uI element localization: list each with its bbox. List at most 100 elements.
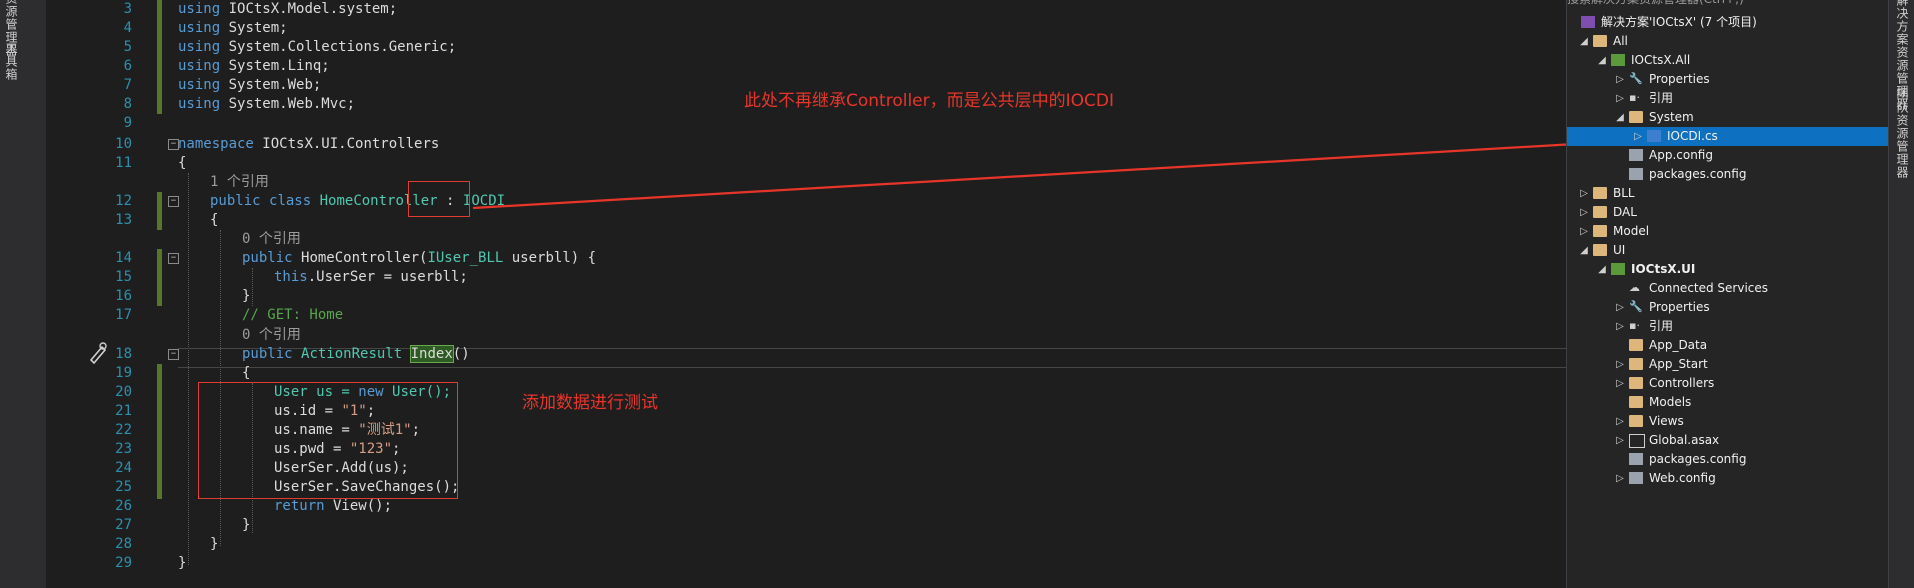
tree-item-app-start[interactable]: ▷ App_Start (1567, 355, 1889, 374)
tree-item-label: App.config (1649, 148, 1713, 162)
tree-item-label: All (1613, 34, 1628, 48)
code-line: public ActionResult Index() (242, 345, 470, 364)
code-line: } (242, 516, 250, 535)
tree-item-model[interactable]: ▷ Model (1567, 222, 1889, 241)
config-icon (1629, 453, 1643, 465)
using-namespace: IOCtsX.Model.system; (228, 1, 398, 17)
annotation-box-iocdi (408, 181, 470, 217)
tree-item-label: IOCDI.cs (1667, 129, 1718, 143)
tree-item-packages-config[interactable]: packages.config (1567, 165, 1889, 184)
tree-item-system[interactable]: ◢ System (1567, 108, 1889, 127)
code-line: { (178, 154, 186, 173)
tree-item-connected-services[interactable]: ☁ Connected Services (1567, 279, 1889, 298)
tree-item-label: App_Data (1649, 338, 1708, 352)
line-number: 3 (123, 1, 132, 17)
tree-item-global-asax[interactable]: ▷ Global.asax (1567, 431, 1889, 450)
code-line: using IOCtsX.Model.system; (178, 0, 397, 19)
brace: { (210, 212, 219, 228)
change-indicator (157, 249, 162, 306)
comment: // GET: Home (242, 307, 344, 323)
folder-icon (1629, 358, 1643, 370)
tree-item-solution[interactable]: 解决方案'IOCtsX' (7 个项目) (1567, 13, 1889, 32)
csharp-file-icon (1647, 130, 1661, 142)
expand-arrow-icon[interactable]: ▷ (1615, 431, 1625, 450)
tree-item-app-data[interactable]: App_Data (1567, 336, 1889, 355)
code-line: using System.Linq; (178, 57, 330, 76)
reference-count[interactable]: 1 个引用 (210, 173, 269, 192)
code-line: namespace IOCtsX.UI.Controllers (178, 135, 439, 154)
tree-item-bll[interactable]: ▷ BLL (1567, 184, 1889, 203)
solution-explorer: 搜索解决方案资源管理器(Ctrl+;) 解决方案'IOCtsX' (7 个项目)… (1566, 0, 1889, 588)
expand-arrow-icon[interactable]: ▷ (1579, 222, 1589, 241)
tab-team-explorer[interactable]: 团队资源管理器 (1894, 88, 1911, 179)
tree-item-web-config[interactable]: ▷ Web.config (1567, 469, 1889, 488)
tree-item-label: 引用 (1649, 319, 1674, 333)
expand-arrow-icon[interactable]: ▷ (1615, 70, 1625, 89)
tree-item-label: Properties (1649, 300, 1710, 314)
tree-item-references[interactable]: ▷ ▪· 引用 (1567, 317, 1889, 336)
using-namespace: System.Collections.Generic; (228, 39, 457, 55)
expand-arrow-icon[interactable]: ▷ (1615, 317, 1625, 336)
expand-arrow-icon[interactable]: ▷ (1579, 184, 1589, 203)
references-icon: ▪· (1629, 319, 1640, 332)
expand-arrow-icon[interactable]: ▷ (1579, 203, 1589, 222)
collapse-icon[interactable]: − (168, 253, 179, 264)
tree-item-controllers[interactable]: ▷ Controllers (1567, 374, 1889, 393)
folder-icon (1629, 111, 1643, 123)
reference-count[interactable]: 0 个引用 (242, 326, 301, 345)
code-editor[interactable]: 3 4 5 6 7 8 9 10 11 12 13 14 15 16 17 18… (46, 0, 1610, 588)
expand-arrow-icon[interactable]: ◢ (1615, 108, 1625, 127)
tab-toolbox[interactable]: 工具箱 (3, 42, 20, 81)
right-tool-strip: 解决方案资源管理器 团队资源管理器 (1888, 0, 1914, 588)
brace: } (242, 288, 251, 304)
keyword: public (210, 193, 261, 209)
keyword: using (178, 1, 221, 17)
reference-count[interactable]: 0 个引用 (242, 230, 301, 249)
expand-arrow-icon[interactable]: ▷ (1615, 89, 1625, 108)
folder-icon (1593, 225, 1607, 237)
tree-item-label: Models (1649, 395, 1692, 409)
code-line: { (242, 364, 250, 383)
expand-arrow-icon[interactable]: ▷ (1615, 469, 1625, 488)
expand-arrow-icon[interactable]: ▷ (1615, 374, 1625, 393)
tree-item-all[interactable]: ◢ All (1567, 32, 1889, 51)
line-number: 29 (115, 555, 132, 571)
expand-arrow-icon[interactable]: ◢ (1579, 32, 1589, 51)
tree-item-ioctsx-ui[interactable]: ◢ IOCtsX.UI (1567, 260, 1889, 279)
tree-item-label: packages.config (1649, 452, 1747, 466)
line-number: 16 (115, 288, 132, 304)
tree-item-ioctsx-all[interactable]: ◢ IOCtsX.All (1567, 51, 1889, 70)
tree-item-dal[interactable]: ▷ DAL (1567, 203, 1889, 222)
assignment: .UserSer = userbll; (307, 269, 468, 285)
tree-item-models[interactable]: Models (1567, 393, 1889, 412)
expand-arrow-icon[interactable]: ◢ (1579, 241, 1589, 260)
annotation-test-note: 添加数据进行测试 (522, 393, 658, 413)
param-type: IUser_BLL (427, 250, 504, 266)
code-line: using System.Web; (178, 76, 321, 95)
tree-item-properties[interactable]: ▷ 🔧 Properties (1567, 70, 1889, 89)
expand-arrow-icon[interactable]: ▷ (1615, 355, 1625, 374)
expand-arrow-icon[interactable]: ▷ (1615, 412, 1625, 431)
search-solution-explorer[interactable]: 搜索解决方案资源管理器(Ctrl+;) (1567, 0, 1889, 9)
tree-item-views[interactable]: ▷ Views (1567, 412, 1889, 431)
expand-arrow-icon[interactable]: ▷ (1615, 298, 1625, 317)
expand-arrow-icon[interactable]: ◢ (1597, 260, 1607, 279)
line-number: 13 (115, 212, 132, 228)
code-line: using System.Web.Mvc; (178, 95, 355, 114)
parens: () (452, 346, 470, 362)
tree-item-label: Model (1613, 224, 1650, 238)
using-namespace: System.Web.Mvc; (228, 96, 356, 112)
tree-item-packages-config[interactable]: packages.config (1567, 450, 1889, 469)
quick-actions-icon[interactable] (88, 342, 108, 364)
tree-item-app-config[interactable]: App.config (1567, 146, 1889, 165)
tree-item-references[interactable]: ▷ ▪· 引用 (1567, 89, 1889, 108)
tree-item-ui[interactable]: ◢ UI (1567, 241, 1889, 260)
tree-item-properties[interactable]: ▷ 🔧 Properties (1567, 298, 1889, 317)
collapse-icon[interactable]: − (168, 196, 179, 207)
tree-item-label: Global.asax (1649, 433, 1720, 447)
expand-arrow-icon[interactable]: ▷ (1633, 127, 1643, 146)
tree-item-label: DAL (1613, 205, 1637, 219)
global-icon (1629, 434, 1645, 448)
tree-item-iocdi-cs[interactable]: ▷ IOCDI.cs (1567, 127, 1889, 146)
expand-arrow-icon[interactable]: ◢ (1597, 51, 1607, 70)
